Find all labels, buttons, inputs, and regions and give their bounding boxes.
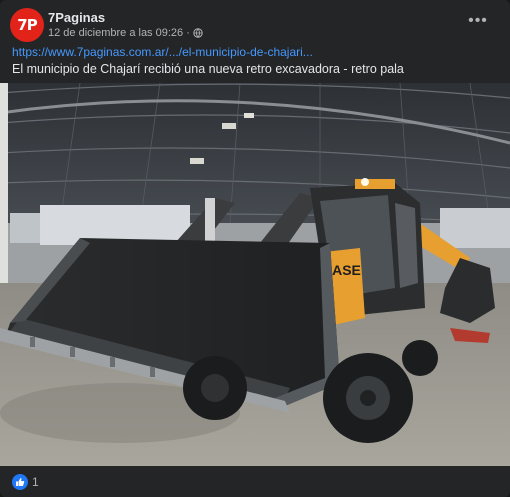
more-options-button[interactable]: ••• xyxy=(466,13,490,34)
globe-icon xyxy=(193,28,203,38)
post-caption: El municipio de Chajarí recibió una nuev… xyxy=(12,62,404,76)
page-name-link[interactable]: 7Paginas xyxy=(48,10,105,25)
thumbs-up-glyph xyxy=(16,478,25,486)
page-avatar[interactable]: 7P xyxy=(10,8,44,42)
reactions-bar: 1 xyxy=(0,466,510,497)
facebook-post-card: 7P 7Paginas 12 de diciembre a las 09:26 … xyxy=(0,0,510,497)
backhoe-loader-photo: CASE xyxy=(0,82,510,466)
post-timestamp[interactable]: 12 de diciembre a las 09:26 · xyxy=(48,27,190,39)
post-photo[interactable]: CASE xyxy=(0,82,510,466)
avatar-text: 7P xyxy=(17,16,37,34)
thumbs-up-icon[interactable] xyxy=(12,474,28,490)
reaction-count[interactable]: 1 xyxy=(32,475,39,489)
post-header: 7P 7Paginas 12 de diciembre a las 09:26 … xyxy=(10,8,500,44)
post-meta: 12 de diciembre a las 09:26 · xyxy=(48,27,203,39)
article-link[interactable]: https://www.7paginas.com.ar/.../el-munic… xyxy=(12,45,313,59)
